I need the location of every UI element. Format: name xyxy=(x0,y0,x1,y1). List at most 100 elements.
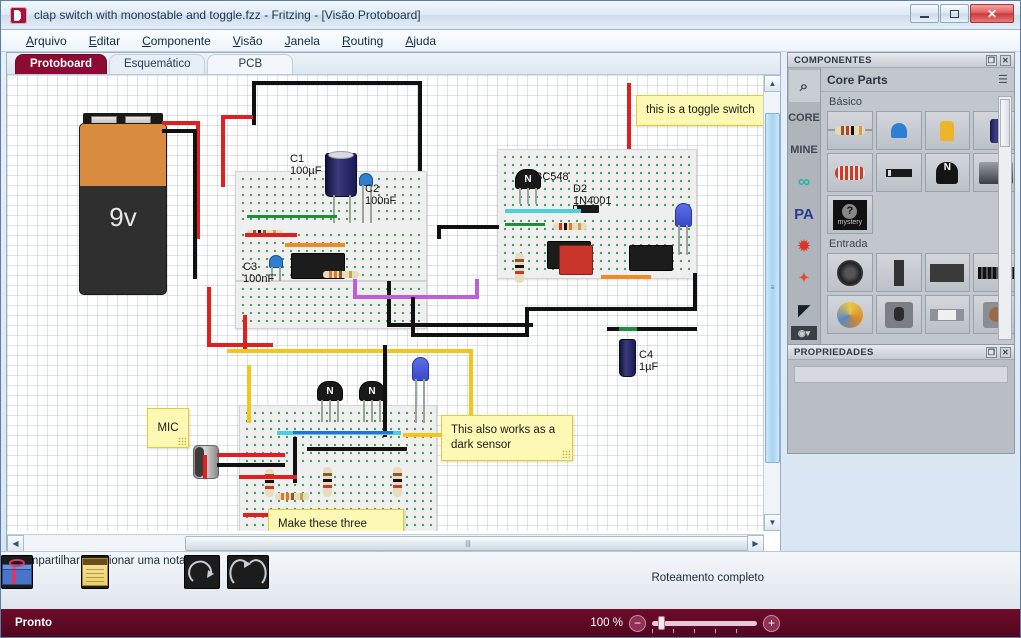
part-rotary-switch[interactable] xyxy=(875,295,922,334)
fritzing-window: clap switch with monostable and toggle.f… xyxy=(0,0,1021,638)
window-title: clap switch with monostable and toggle.f… xyxy=(34,8,421,22)
menu-routing[interactable]: Routing xyxy=(331,32,394,50)
bin-arduino-icon[interactable]: ∞ xyxy=(789,166,820,198)
bin-core[interactable]: CORE xyxy=(788,102,820,134)
note-dark-sensor[interactable]: This also works as a dark sensor xyxy=(441,415,573,461)
menu-visao[interactable]: Visão xyxy=(222,32,274,50)
parts-scroll-area[interactable]: Básico N ? mystery Entrada xyxy=(821,92,1014,344)
resistor-5[interactable] xyxy=(323,467,332,497)
properties-content xyxy=(788,360,1014,453)
zoom-in-button[interactable]: + xyxy=(763,614,780,632)
vertical-scroll-thumb[interactable]: ≡ xyxy=(765,113,780,463)
capacitor-c4[interactable] xyxy=(619,339,636,377)
part-mystery[interactable]: ? mystery xyxy=(827,195,873,234)
capacitor-c1[interactable] xyxy=(325,151,357,197)
note-mic[interactable]: MIC xyxy=(147,408,189,448)
bin-more-icon[interactable]: ◉▾ xyxy=(791,326,817,340)
minimize-button[interactable] xyxy=(910,4,939,23)
label-d2: D2 1N4001 xyxy=(573,183,612,208)
bottom-toolbar: Compartilhar Adicionar uma nota Girar xyxy=(1,551,1020,609)
bin-seeed-icon[interactable]: ◤ xyxy=(789,294,820,326)
part-resistor[interactable] xyxy=(827,111,873,150)
maximize-button[interactable] xyxy=(940,4,969,23)
parts-scroll-thumb[interactable] xyxy=(1000,99,1010,147)
properties-dock-title: PROPRIEDADES ❐ ✕ xyxy=(788,345,1014,360)
resistor-2[interactable] xyxy=(323,271,359,278)
components-close-button[interactable]: ✕ xyxy=(1000,55,1011,66)
part-capacitor-ceramic[interactable] xyxy=(875,111,922,150)
part-fuse[interactable] xyxy=(924,295,971,334)
bin-parallax-icon[interactable]: PA xyxy=(789,198,820,230)
battery-9v[interactable]: 9v xyxy=(79,113,167,295)
parts-menu-icon[interactable]: ☰ xyxy=(998,73,1008,86)
scroll-left-button[interactable]: ◀ xyxy=(7,535,24,552)
tab-esquematico[interactable]: Esquemático xyxy=(108,54,206,74)
part-slide-switch[interactable] xyxy=(875,253,922,292)
battery-label: 9v xyxy=(109,202,137,232)
resistor-3[interactable] xyxy=(553,223,587,230)
scroll-up-button[interactable]: ▲ xyxy=(764,75,781,92)
scroll-down-button[interactable]: ▼ xyxy=(764,514,781,531)
flip-button: Inverter xyxy=(227,555,273,589)
rotate-button: Girar xyxy=(184,555,230,589)
properties-close-button[interactable]: ✕ xyxy=(1000,347,1011,358)
part-diode[interactable] xyxy=(875,153,922,192)
transistor-q2[interactable]: N xyxy=(317,381,343,401)
menu-editar[interactable]: Editar xyxy=(78,32,131,50)
components-float-button[interactable]: ❐ xyxy=(986,55,997,66)
trimpot[interactable] xyxy=(559,245,593,275)
note-modules[interactable]: Make these three modules separately and … xyxy=(268,509,404,531)
led-blue-right[interactable] xyxy=(675,203,692,227)
parts-bin-strip: ⌕ CORE MINE ∞ PA ✹ ✦ ◤ ◉▾ xyxy=(788,68,821,344)
menu-componente[interactable]: Componente xyxy=(131,32,222,50)
menu-arquivo[interactable]: Arquivo xyxy=(15,32,78,50)
menu-janela[interactable]: Janela xyxy=(274,32,331,50)
properties-float-button[interactable]: ❐ xyxy=(986,347,997,358)
part-inductor[interactable] xyxy=(827,153,873,192)
share-button[interactable]: Compartilhar xyxy=(1,555,93,589)
part-rotary-knob[interactable] xyxy=(827,295,873,334)
resistor-4[interactable] xyxy=(515,253,524,283)
bin-mine[interactable]: MINE xyxy=(789,134,820,166)
bin-snootlab-icon[interactable]: ✦ xyxy=(789,262,820,294)
label-c1: C1 100µF xyxy=(290,153,322,178)
components-dock-title: COMPONENTES ❐ ✕ xyxy=(788,53,1014,68)
close-button[interactable]: ✕ xyxy=(970,4,1014,23)
flip-icon xyxy=(227,555,269,589)
resistor-7[interactable] xyxy=(275,493,309,500)
section-entrada-grid xyxy=(821,253,1014,334)
part-microphone[interactable] xyxy=(827,253,873,292)
tab-pcb[interactable]: PCB xyxy=(207,54,294,74)
rotate-icon xyxy=(184,555,220,589)
canvas-panel: Protoboard Esquemático PCB 9v C1 100µF C… xyxy=(6,52,781,552)
note-toggle-switch[interactable]: this is a toggle switch xyxy=(636,95,764,126)
resistor-6[interactable] xyxy=(393,467,402,497)
resistor-8[interactable] xyxy=(265,469,274,497)
part-module[interactable] xyxy=(924,253,971,292)
protoboard-canvas[interactable]: 9v C1 100µF C2 100nF C3 100nF C4 1µF N B… xyxy=(7,75,764,531)
scroll-right-button[interactable]: ▶ xyxy=(747,535,764,552)
canvas-vertical-scrollbar[interactable]: ▲ ≡ ▼ xyxy=(763,75,781,531)
transistor-q3[interactable]: N xyxy=(359,381,385,401)
canvas-horizontal-scrollbar[interactable]: ◀ ||| ▶ xyxy=(7,534,764,552)
menu-ajuda[interactable]: Ajuda xyxy=(394,32,447,50)
tab-protoboard[interactable]: Protoboard xyxy=(15,54,107,74)
zoom-slider[interactable] xyxy=(652,615,757,633)
part-capacitor-film[interactable] xyxy=(924,111,971,150)
parts-vertical-scrollbar[interactable] xyxy=(998,96,1012,340)
bin-sparkfun-icon[interactable]: ✹ xyxy=(789,230,820,262)
zoom-controls: 100 % − + xyxy=(590,614,780,633)
bin-search-icon[interactable]: ⌕ xyxy=(788,70,820,102)
breadboard-left-lower[interactable] xyxy=(235,281,427,329)
add-note-button[interactable]: Adicionar uma nota xyxy=(81,555,191,589)
zoom-out-button[interactable]: − xyxy=(629,614,646,632)
horizontal-scroll-thumb[interactable]: ||| xyxy=(185,536,751,551)
led-blue-bottom[interactable] xyxy=(412,357,429,381)
zoom-slider-thumb[interactable] xyxy=(658,616,665,630)
part-transistor[interactable]: N xyxy=(924,153,971,192)
note-icon xyxy=(81,555,109,589)
ic-right-2[interactable] xyxy=(629,245,673,271)
title-bar: clap switch with monostable and toggle.f… xyxy=(1,1,1020,30)
app-logo-icon xyxy=(10,6,27,24)
label-c4: C4 1µF xyxy=(639,349,659,374)
